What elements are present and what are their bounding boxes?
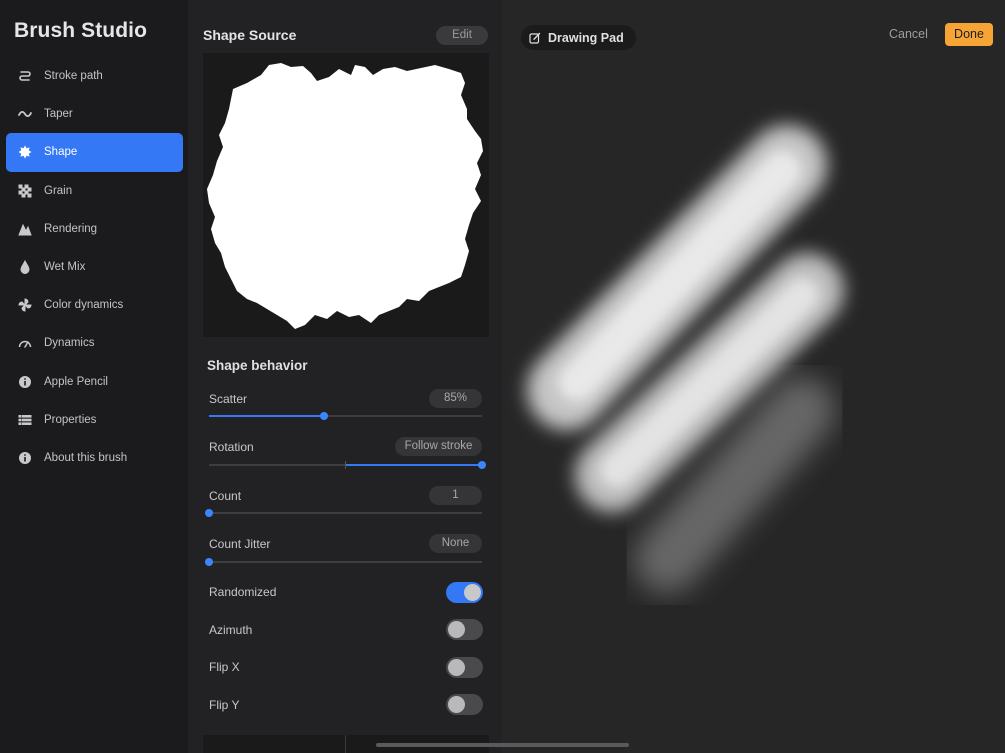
shape-source-title: Shape Source [203, 27, 297, 43]
randomized-label: Randomized [209, 585, 277, 599]
count-jitter-slider[interactable] [205, 558, 482, 566]
count-jitter-label: Count Jitter [209, 537, 271, 551]
rotation-slider-knob[interactable] [478, 461, 486, 469]
shape-source-image [207, 63, 483, 329]
sidebar-item-label: Rendering [44, 222, 98, 235]
shape-behavior-title: Shape behavior [207, 358, 308, 373]
stroke-path-icon [17, 68, 33, 84]
count-jitter-slider-knob[interactable] [205, 558, 213, 566]
rotation-slider-fill [345, 464, 482, 466]
flip-x-toggle[interactable] [446, 657, 483, 678]
dynamics-icon [17, 335, 33, 351]
flip-y-label: Flip Y [209, 698, 240, 712]
color-dynamics-icon [17, 297, 33, 313]
sidebar-item-about-this-brush[interactable]: About this brush [6, 439, 183, 477]
sidebar-item-label: Taper [44, 108, 73, 121]
edit-square-icon [529, 32, 541, 44]
toggle-thumb [448, 659, 465, 676]
edit-button[interactable]: Edit [436, 26, 488, 45]
home-indicator[interactable] [376, 743, 629, 747]
count-slider-knob[interactable] [205, 509, 213, 517]
taper-icon [17, 106, 33, 122]
cancel-button[interactable]: Cancel [889, 27, 928, 41]
scatter-slider-fill [209, 415, 324, 417]
azimuth-label: Azimuth [209, 623, 253, 637]
rotation-slider[interactable] [209, 461, 486, 469]
scatter-label: Scatter [209, 392, 248, 406]
count-value[interactable]: 1 [429, 486, 482, 505]
sidebar-item-label: Properties [44, 413, 97, 426]
rotation-value[interactable]: Follow stroke [395, 437, 482, 456]
shape-icon [17, 144, 33, 160]
sidebar: Brush Studio Stroke path Taper Shape Gra… [0, 0, 188, 753]
sidebar-item-wet-mix[interactable]: Wet Mix [6, 248, 183, 286]
drawing-pad[interactable]: Drawing Pad Cancel Done [502, 0, 1005, 753]
rotation-label: Rotation [209, 440, 254, 454]
sidebar-item-label: Grain [44, 184, 73, 197]
wet-mix-icon [17, 259, 33, 275]
sidebar-item-apple-pencil[interactable]: Apple Pencil [6, 363, 183, 401]
count-slider[interactable] [205, 509, 482, 517]
sidebar-nav: Stroke path Taper Shape Grain Rendering … [6, 57, 183, 477]
sidebar-item-color-dynamics[interactable]: Color dynamics [6, 286, 183, 324]
info-icon [17, 374, 33, 390]
sidebar-item-shape[interactable]: Shape [6, 133, 183, 172]
drawing-pad-title: Drawing Pad [548, 30, 624, 45]
sidebar-item-dynamics[interactable]: Dynamics [6, 324, 183, 362]
grain-icon [17, 183, 33, 199]
randomized-toggle[interactable] [446, 582, 483, 603]
sidebar-item-grain[interactable]: Grain [6, 172, 183, 210]
count-jitter-value[interactable]: None [429, 534, 482, 553]
sidebar-item-stroke-path[interactable]: Stroke path [6, 57, 183, 95]
toggle-thumb [448, 696, 465, 713]
sidebar-item-taper[interactable]: Taper [6, 95, 183, 133]
sidebar-item-label: Stroke path [44, 70, 103, 83]
app-title: Brush Studio [14, 19, 148, 42]
flip-x-label: Flip X [209, 660, 240, 674]
divider [345, 735, 346, 753]
toggle-thumb [448, 621, 465, 638]
sidebar-item-properties[interactable]: Properties [6, 401, 183, 439]
count-label: Count [209, 489, 242, 503]
flip-y-toggle[interactable] [446, 694, 483, 715]
azimuth-toggle[interactable] [446, 619, 483, 640]
list-icon [17, 412, 33, 428]
sidebar-item-label: Apple Pencil [44, 375, 108, 388]
sidebar-item-label: About this brush [44, 451, 128, 464]
drawing-pad-chip[interactable]: Drawing Pad [521, 25, 636, 50]
sidebar-item-label: Color dynamics [44, 299, 124, 312]
info-icon [17, 450, 33, 466]
scatter-value[interactable]: 85% [429, 389, 482, 408]
rendering-icon [17, 221, 33, 237]
sidebar-item-rendering[interactable]: Rendering [6, 210, 183, 248]
rotation-slider-center-tick [345, 461, 346, 469]
shape-source-preview[interactable] [203, 53, 489, 337]
scatter-slider[interactable] [209, 412, 482, 420]
toggle-thumb [464, 584, 481, 601]
sidebar-item-label: Dynamics [44, 337, 95, 350]
sidebar-item-label: Wet Mix [44, 261, 86, 274]
sidebar-item-label: Shape [44, 146, 78, 159]
settings-panel: Shape Source Edit Shape behavior Scatter… [188, 0, 502, 753]
drawing-canvas[interactable] [502, 0, 1005, 753]
scatter-slider-knob[interactable] [319, 412, 328, 420]
done-button[interactable]: Done [945, 23, 993, 46]
